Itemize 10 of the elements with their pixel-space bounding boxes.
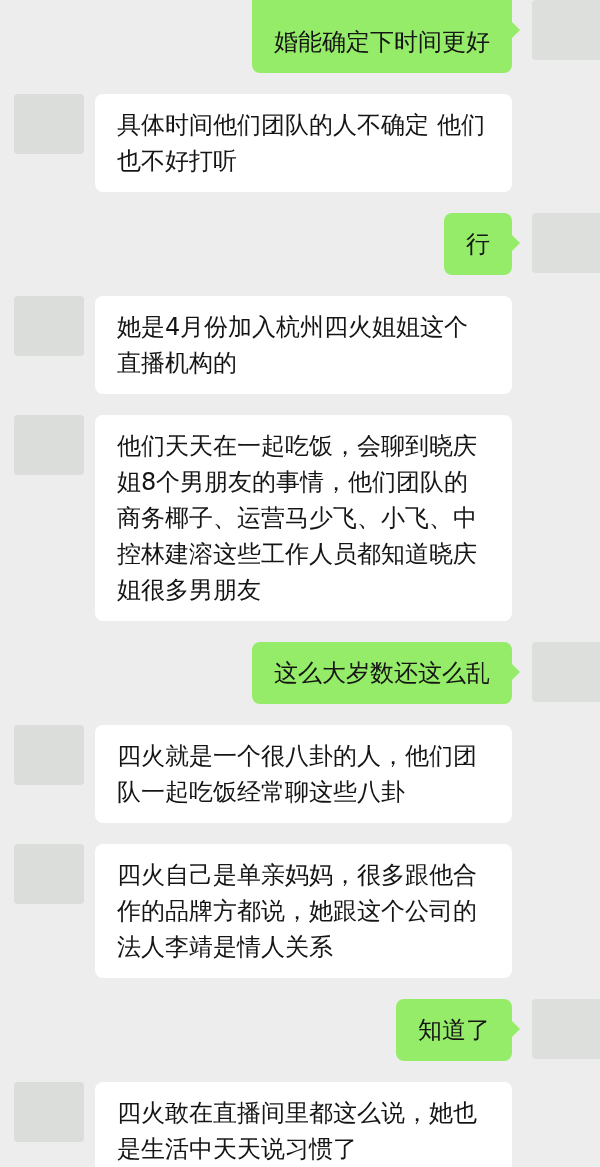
bubble-tail bbox=[512, 1021, 520, 1037]
received-message-bubble: 四火自己是单亲妈妈，很多跟他合作的品牌方都说，她跟这个公司的法人李靖是情人关系 bbox=[95, 844, 512, 978]
received-message-bubble: 四火就是一个很八卦的人，他们团队一起吃饭经常聊这些八卦 bbox=[95, 725, 512, 823]
bubble-tail bbox=[512, 22, 520, 38]
received-message-bubble: 他们天天在一起吃饭，会聊到晓庆姐8个男朋友的事情，他们团队的商务椰子、运营马少飞、小飞、中控林建溶这些工作人员都知道晓庆姐很多男朋友 bbox=[95, 415, 512, 621]
bubble-tail bbox=[512, 235, 520, 251]
received-message-bubble: 具体时间他们团队的人不确定 他们也不好打听 bbox=[95, 94, 512, 192]
bubble-tail bbox=[512, 664, 520, 680]
received-message-bubble: 她是4月份加入杭州四火姐姐这个直播机构的 bbox=[95, 296, 512, 394]
received-message-bubble: 四火敢在直播间里都这么说，她也是生活中天天说习惯了 bbox=[95, 1082, 512, 1167]
